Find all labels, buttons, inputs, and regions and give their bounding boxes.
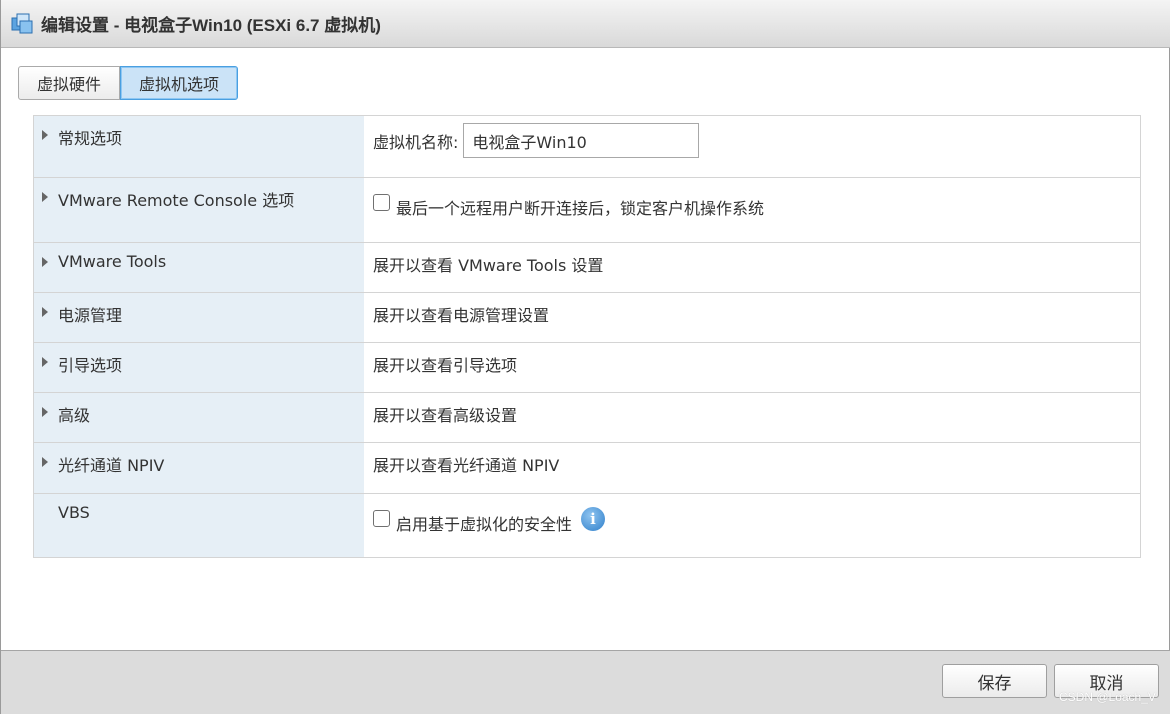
option-label: 电源管理 [58, 306, 123, 325]
option-row-remote-console: VMware Remote Console 选项 最后一个远程用户断开连接后，锁… [34, 178, 1140, 243]
option-row-npiv: 光纤通道 NPIV 展开以查看光纤通道 NPIV [34, 443, 1140, 494]
option-row-advanced: 高级 展开以查看高级设置 [34, 393, 1140, 443]
enable-vbs-checkbox[interactable] [373, 510, 390, 527]
expand-caret-icon [42, 407, 48, 417]
option-value: 展开以查看光纤通道 NPIV [373, 456, 560, 475]
option-label: 光纤通道 NPIV [58, 456, 165, 475]
expand-caret-icon [42, 357, 48, 367]
option-label: VMware Tools [58, 252, 167, 271]
option-label: 常规选项 [58, 129, 123, 148]
vm-name-label: 虚拟机名称: [373, 132, 459, 152]
option-value: 展开以查看引导选项 [373, 356, 518, 375]
power-management-toggle[interactable]: 电源管理 [34, 293, 364, 342]
dialog-title: 编辑设置 - 电视盒子Win10 (ESXi 6.7 虚拟机) [41, 16, 381, 35]
boot-options-toggle[interactable]: 引导选项 [34, 343, 364, 392]
option-value: 最后一个远程用户断开连接后，锁定客户机操作系统 [364, 178, 1140, 242]
lock-guest-os-checkbox[interactable] [373, 194, 390, 211]
expand-caret-icon [42, 130, 48, 140]
option-row-boot: 引导选项 展开以查看引导选项 [34, 343, 1140, 393]
vm-name-input[interactable] [463, 123, 700, 158]
option-label: 引导选项 [58, 356, 123, 375]
general-options-toggle[interactable]: 常规选项 [34, 116, 364, 177]
edit-settings-dialog: 编辑设置 - 电视盒子Win10 (ESXi 6.7 虚拟机) 虚拟硬件 虚拟机… [0, 0, 1170, 714]
expand-caret-icon [42, 457, 48, 467]
expand-caret-icon [42, 307, 48, 317]
option-row-power: 电源管理 展开以查看电源管理设置 [34, 293, 1140, 343]
option-row-tools: VMware Tools 展开以查看 VMware Tools 设置 [34, 243, 1140, 293]
info-icon[interactable]: i [581, 507, 606, 531]
option-value: 虚拟机名称: [364, 116, 1140, 177]
vm-options-table: 常规选项 虚拟机名称: VMware Remote Console 选项 最后一… [33, 115, 1141, 558]
vmware-tools-toggle[interactable]: VMware Tools [34, 243, 364, 292]
tab-vm-options[interactable]: 虚拟机选项 [120, 66, 239, 100]
save-button[interactable]: 保存 [942, 664, 1047, 698]
watermark: CSDN @Loach_V [1059, 690, 1156, 704]
option-value: 启用基于虚拟化的安全性 i [364, 494, 1140, 557]
lock-guest-os-label: 最后一个远程用户断开连接后，锁定客户机操作系统 [396, 199, 765, 218]
expand-caret-icon [42, 257, 48, 267]
option-label: VMware Remote Console 选项 [58, 191, 295, 210]
option-value: 展开以查看电源管理设置 [373, 306, 550, 325]
remote-console-toggle[interactable]: VMware Remote Console 选项 [34, 178, 364, 242]
option-label: 高级 [58, 406, 91, 425]
dialog-titlebar: 编辑设置 - 电视盒子Win10 (ESXi 6.7 虚拟机) [1, 0, 1170, 48]
fibre-channel-npiv-toggle[interactable]: 光纤通道 NPIV [34, 443, 364, 493]
option-row-general: 常规选项 虚拟机名称: [34, 116, 1140, 178]
dialog-footer: 保存 取消 [1, 650, 1170, 714]
option-row-vbs: VBS 启用基于虚拟化的安全性 i [34, 494, 1140, 558]
vm-name-field: 虚拟机名称: [373, 123, 700, 158]
advanced-toggle[interactable]: 高级 [34, 393, 364, 442]
expand-caret-icon [42, 192, 48, 202]
enable-vbs-label: 启用基于虚拟化的安全性 [396, 515, 573, 534]
vbs-label-cell: VBS [34, 494, 364, 557]
option-label: VBS [58, 503, 90, 522]
tab-virtual-hardware[interactable]: 虚拟硬件 [18, 66, 121, 100]
option-value: 展开以查看高级设置 [373, 406, 518, 425]
tab-bar: 虚拟硬件 虚拟机选项 [18, 66, 239, 100]
option-value: 展开以查看 VMware Tools 设置 [373, 256, 604, 275]
vm-settings-icon [11, 13, 33, 35]
